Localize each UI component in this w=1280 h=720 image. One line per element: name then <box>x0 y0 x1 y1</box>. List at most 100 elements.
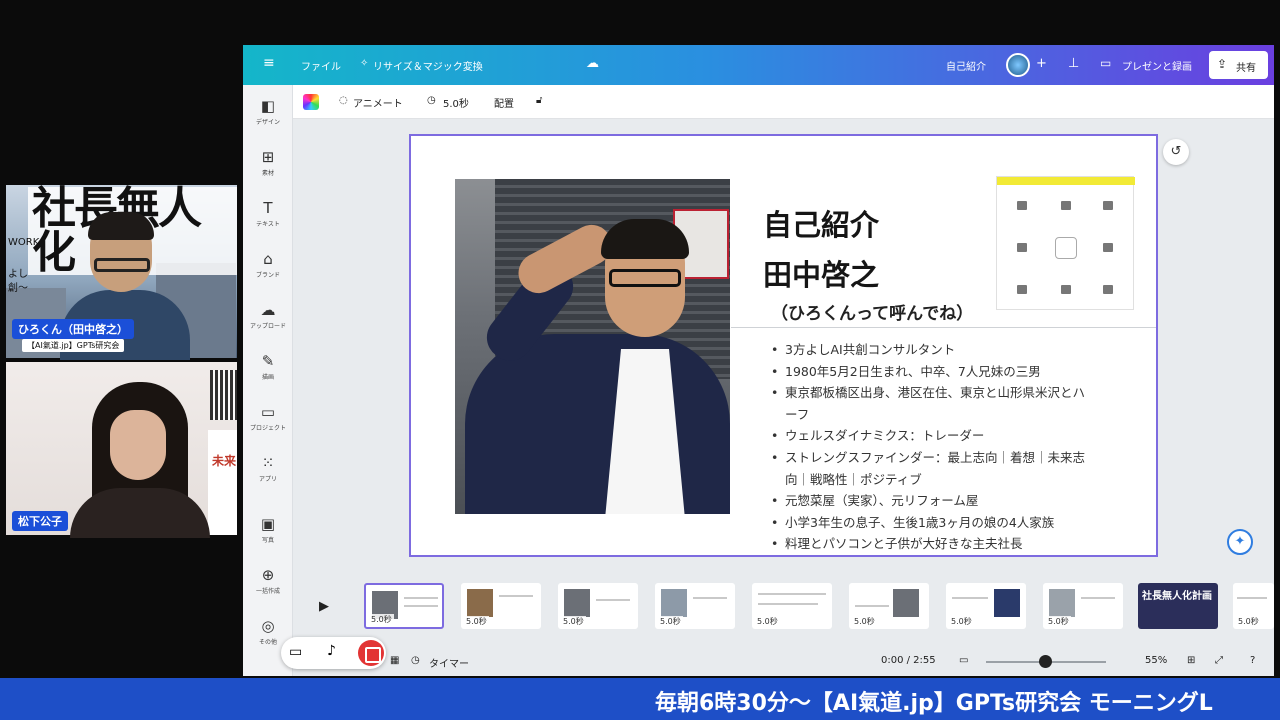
page-thumbnail[interactable]: 5.0秒 <box>364 583 444 629</box>
insights-icon[interactable]: ⊥ <box>1068 56 1079 71</box>
sidebar-item-upload[interactable]: ☁ アップロード <box>243 301 293 330</box>
zoom-slider-handle[interactable] <box>1039 655 1052 668</box>
grid-view-icon[interactable]: ▦ <box>390 655 399 666</box>
sidebar-item-label: デザイン <box>255 119 280 126</box>
animate-button[interactable]: アニメート <box>353 95 403 110</box>
list-item: 小学3年生の息子、生後1歳3ヶ月の娘の4人家族 <box>771 512 1091 534</box>
page-thumbnail[interactable]: 5.0秒 <box>655 583 735 629</box>
editor-toolbar: ◌ アニメート ◷ 5.0秒 配置 🔓︎ <box>293 85 1274 119</box>
sidebar-item-label: アップロード <box>249 323 286 330</box>
slide-subtitle[interactable]: （ひろくんって呼んでね） <box>771 299 973 324</box>
chart-center-icon <box>1055 237 1077 259</box>
help-icon[interactable]: ? <box>1250 655 1255 666</box>
timer-icon[interactable]: ◷ <box>411 655 420 666</box>
recording-controls: ▭ ♪ <box>281 637 386 669</box>
project-icon: ▭ <box>260 403 276 421</box>
sidebar-item-label: プロジェクト <box>249 425 286 432</box>
sidebar-item-label: アプリ <box>258 476 277 483</box>
page-duration: 5.0秒 <box>658 616 683 627</box>
resize-menu[interactable]: リサイズ＆マジック変換 <box>373 58 483 73</box>
play-icon[interactable]: ▶ <box>319 599 329 614</box>
magic-assistant-icon[interactable]: ✦ <box>1227 529 1253 555</box>
profile-photo[interactable] <box>455 179 730 514</box>
page-duration: 5.0秒 <box>949 616 974 627</box>
record-stop-button[interactable] <box>358 640 384 666</box>
camera-icon[interactable]: ▭ <box>289 644 302 660</box>
text-icon: T <box>263 199 273 217</box>
document-title[interactable]: 自己紹介 <box>946 58 986 73</box>
sidebar-item-photo[interactable]: ▣ 写真 <box>243 515 293 544</box>
page-thumbnail[interactable]: 5.0秒 <box>461 583 541 629</box>
sidebar-item-brand[interactable]: ⌂ ブランド <box>243 250 293 279</box>
profile-bullet-list[interactable]: 3方よしAI共創コンサルタント 1980年5月2日生まれ、中卒、7人兄妹の三男 … <box>771 339 1091 555</box>
slide-name[interactable]: 田中啓之 <box>763 252 879 294</box>
page-thumbnail[interactable]: 5.0秒 <box>849 583 929 629</box>
list-item: 3方よしAI共創コンサルタント <box>771 339 1091 361</box>
page-duration: 5.0秒 <box>755 616 780 627</box>
slide-title[interactable]: 自己紹介 <box>763 202 879 244</box>
more-icon: ◎ <box>261 617 275 635</box>
thumb-line <box>758 593 826 595</box>
strengths-chart-image[interactable] <box>996 176 1135 310</box>
page-thumbnail[interactable]: 5.0秒 <box>1043 583 1123 629</box>
thumb-line <box>1237 597 1267 599</box>
elements-icon: ⊞ <box>261 148 275 166</box>
list-item: ストレングスファインダー：最上志向｜着想｜未来志向｜戦略性｜ポジティブ <box>771 447 1091 490</box>
menu-icon[interactable]: ≡ <box>263 55 275 71</box>
duration-button[interactable]: 5.0秒 <box>443 95 469 110</box>
timer-button[interactable]: タイマー <box>429 655 469 670</box>
page-thumbnail[interactable]: 5.0秒 <box>558 583 638 629</box>
animate-icon[interactable]: ◌ <box>339 95 348 106</box>
sidebar-item-project[interactable]: ▭ プロジェクト <box>243 403 293 432</box>
participant-name-tag: 松下公子 <box>12 511 68 531</box>
sidebar-item-apps[interactable]: ⁙ アプリ <box>243 454 293 483</box>
page-thumbnail[interactable]: 5.0秒 <box>752 583 832 629</box>
design-icon: ◧ <box>260 97 276 115</box>
resize-magic-switch-icon[interactable]: ✧ <box>360 58 368 69</box>
page-duration: 5.0秒 <box>852 616 877 627</box>
position-button[interactable]: 配置 <box>494 95 514 110</box>
poster-text: WORK <box>8 237 40 248</box>
present-button[interactable]: プレゼンと録画 <box>1122 58 1192 73</box>
chart-node-icon <box>1017 243 1027 252</box>
qr-code-icon <box>210 370 237 420</box>
thumb-image <box>1049 589 1075 617</box>
page-duration: 5.0秒 <box>561 616 586 627</box>
add-member-button[interactable]: + <box>1036 56 1047 71</box>
page-thumbnail[interactable]: 5.0秒 <box>946 583 1026 629</box>
comment-icon[interactable]: ↺ <box>1163 139 1189 165</box>
page-duration: 5.0秒 <box>1046 616 1071 627</box>
thumb-line <box>596 599 630 601</box>
chart-node-icon <box>1017 285 1027 294</box>
thumb-line <box>952 597 988 599</box>
zoom-level[interactable]: 55% <box>1145 655 1167 666</box>
page-thumbnail[interactable]: 5.0秒 <box>1233 583 1274 629</box>
stream-banner: 毎朝6時30分～【AI氣道.jp】GPTs研究会 モーニングL <box>0 678 1280 720</box>
sidebar-item-label: ブランド <box>255 272 280 279</box>
file-menu[interactable]: ファイル <box>301 58 341 73</box>
divider <box>731 327 1156 328</box>
clock-icon[interactable]: ◷ <box>427 95 436 106</box>
page-thumbnail[interactable]: 社長無人化計画 <box>1138 583 1218 629</box>
sidebar-item-text[interactable]: T テキスト <box>243 199 293 228</box>
color-picker-icon[interactable] <box>303 94 319 110</box>
sidebar-item-elements[interactable]: ⊞ 素材 <box>243 148 293 177</box>
slide-canvas[interactable]: 自己紹介 田中啓之 （ひろくんって呼んでね） 3方よしAI共創コンサルタント 1… <box>409 134 1158 557</box>
notes-icon[interactable]: ▭ <box>959 655 968 666</box>
flyer-text: 未来 <box>212 454 237 468</box>
sidebar-item-draw[interactable]: ✎ 描画 <box>243 352 293 381</box>
sidebar-item-design[interactable]: ◧ デザイン <box>243 97 293 126</box>
page-duration: 5.0秒 <box>369 614 394 625</box>
avatar[interactable] <box>1006 53 1030 77</box>
apps-icon: ⁙ <box>261 454 275 472</box>
grid-icon[interactable]: ⊞ <box>1187 655 1195 666</box>
poster-text: よし <box>8 269 28 280</box>
share-label: 共有 <box>1236 63 1256 74</box>
page-duration: 5.0秒 <box>1236 616 1261 627</box>
present-icon[interactable]: ▭ <box>1100 56 1111 70</box>
lock-icon[interactable]: 🔓︎ <box>536 95 542 106</box>
sidebar-item-bulk[interactable]: ⊕ 一括作成 <box>243 566 293 595</box>
share-button[interactable]: ⇪ 共有 <box>1209 51 1268 79</box>
microphone-icon[interactable]: ♪ <box>327 643 336 659</box>
fullscreen-icon[interactable]: ⤢ <box>1215 655 1223 666</box>
